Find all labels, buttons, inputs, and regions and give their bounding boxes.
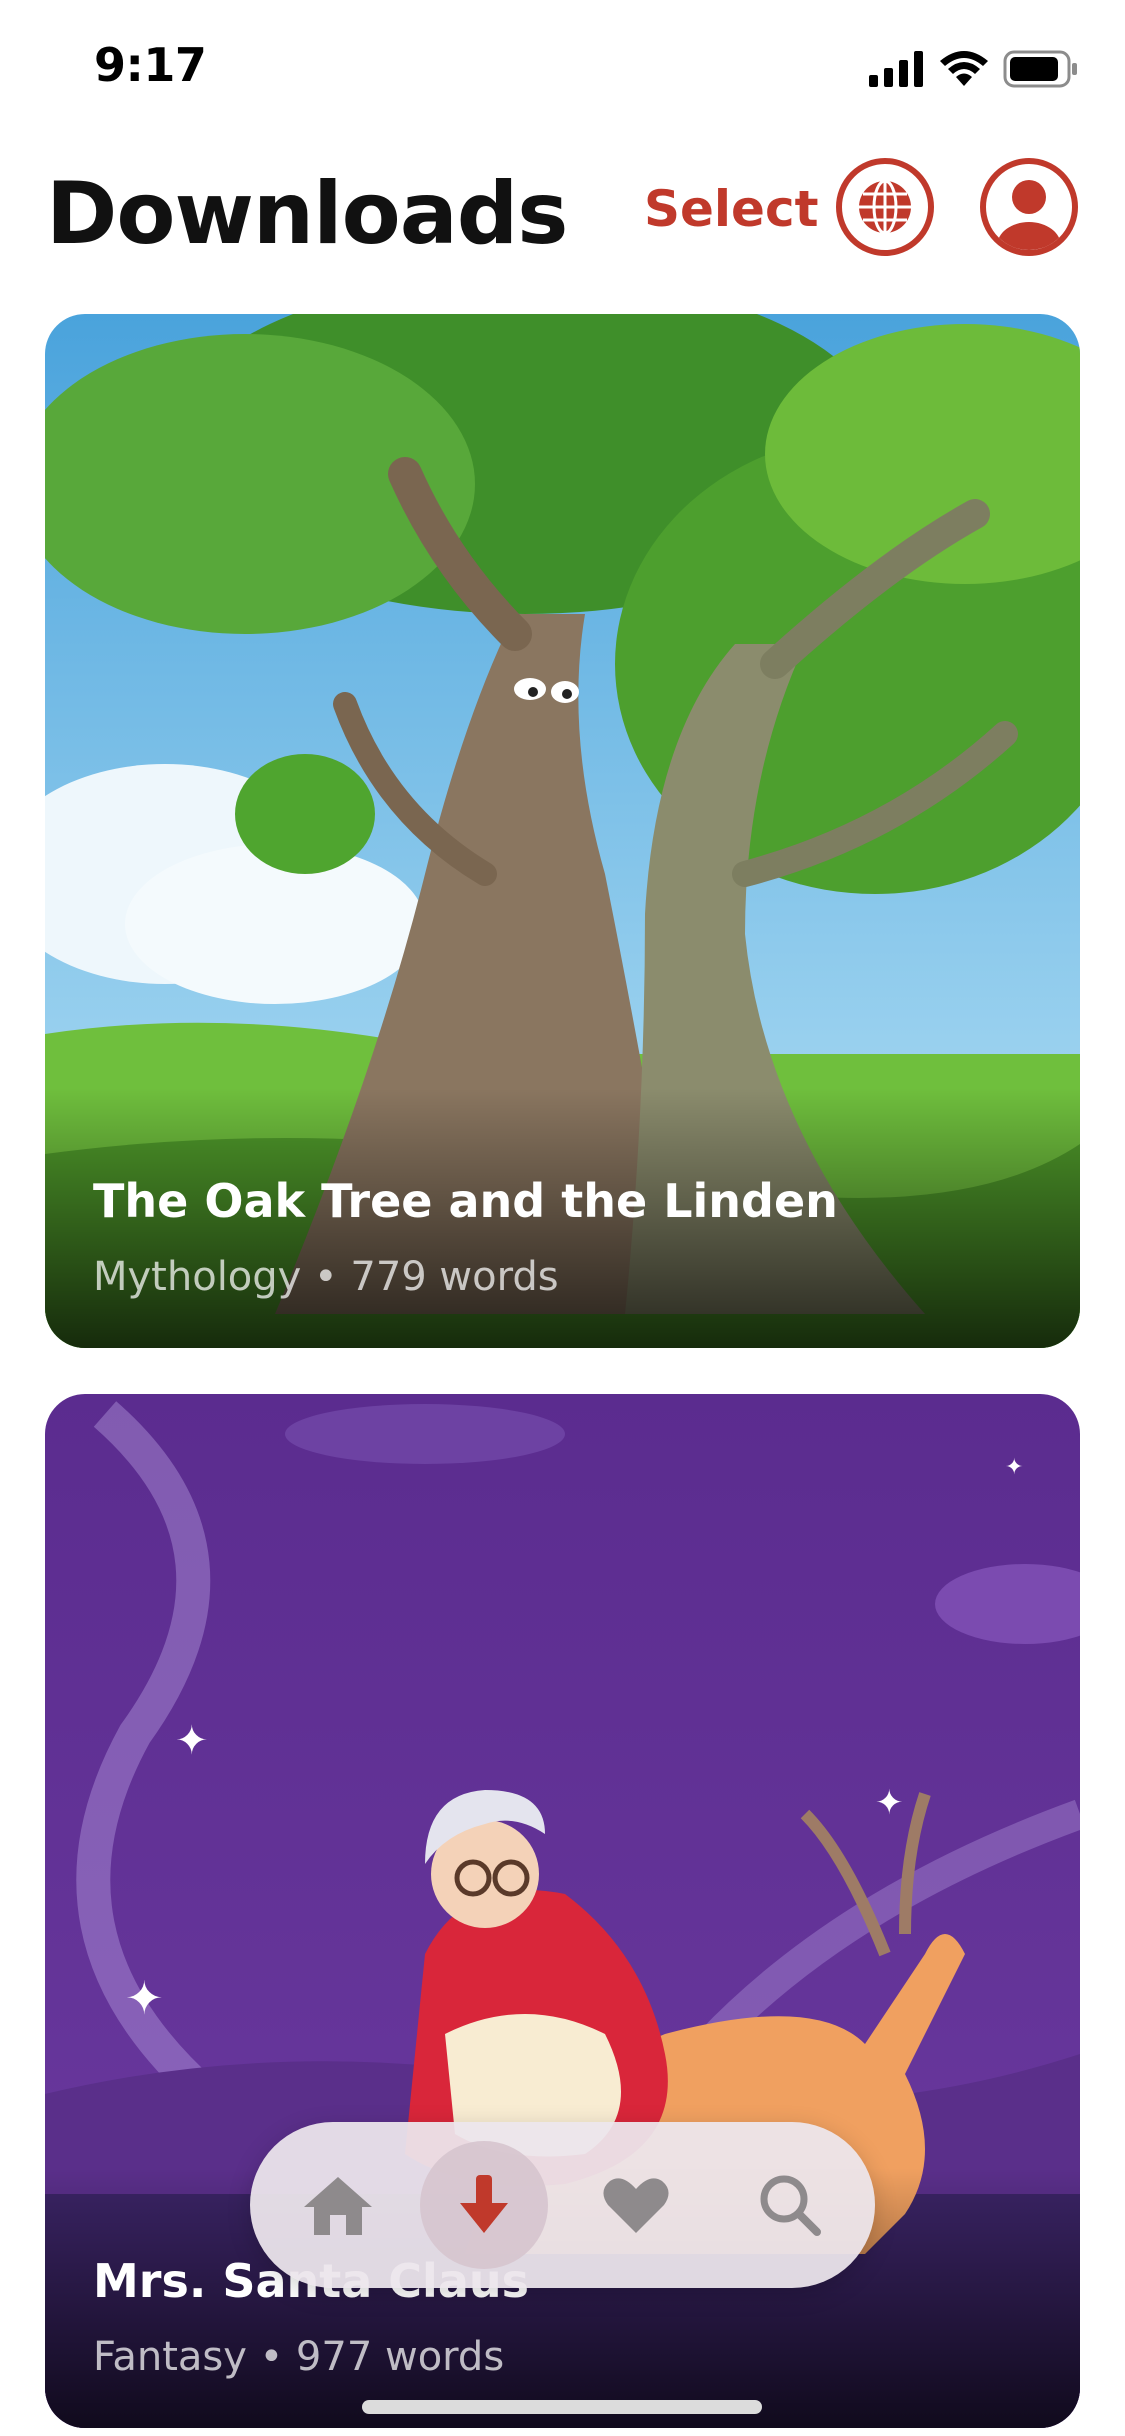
svg-text:✦: ✦ — [875, 1783, 904, 1823]
tab-home[interactable] — [274, 2141, 402, 2269]
header: Downloads Select — [0, 150, 1125, 280]
status-icons — [869, 50, 1079, 88]
language-button[interactable] — [836, 158, 934, 256]
download-icon — [460, 2175, 508, 2233]
page-title: Downloads — [46, 164, 568, 264]
profile-icon — [997, 180, 1061, 250]
svg-text:✦: ✦ — [175, 1718, 209, 1764]
tab-downloads[interactable] — [420, 2141, 548, 2269]
svg-text:✦: ✦ — [1005, 1455, 1023, 1480]
tab-bar — [250, 2122, 875, 2288]
story-card[interactable]: The Oak Tree and the Linden Mythology • … — [45, 314, 1080, 1348]
wifi-icon — [940, 51, 988, 86]
home-icon — [304, 2177, 372, 2235]
status-time: 9:17 — [94, 38, 207, 92]
downloads-screen: 9:17 Downloads Select The Oak Tree and t… — [0, 0, 1125, 2436]
search-icon — [760, 2175, 821, 2236]
select-button[interactable]: Select — [644, 180, 819, 238]
tab-search[interactable] — [726, 2141, 854, 2269]
home-indicator[interactable] — [362, 2400, 762, 2414]
globe-icon — [859, 179, 911, 235]
cellular-signal-icon — [869, 51, 923, 87]
story-meta: Fantasy • 977 words — [93, 2334, 505, 2380]
profile-button[interactable] — [980, 158, 1078, 256]
tab-favorites[interactable] — [572, 2141, 700, 2269]
status-bar: 9:17 — [0, 0, 1125, 132]
svg-text:✦: ✦ — [125, 1971, 164, 2025]
battery-icon — [1003, 50, 1077, 88]
story-meta: Mythology • 779 words — [93, 1254, 559, 1300]
heart-icon — [603, 2178, 669, 2233]
story-title: The Oak Tree and the Linden — [93, 1174, 838, 1228]
